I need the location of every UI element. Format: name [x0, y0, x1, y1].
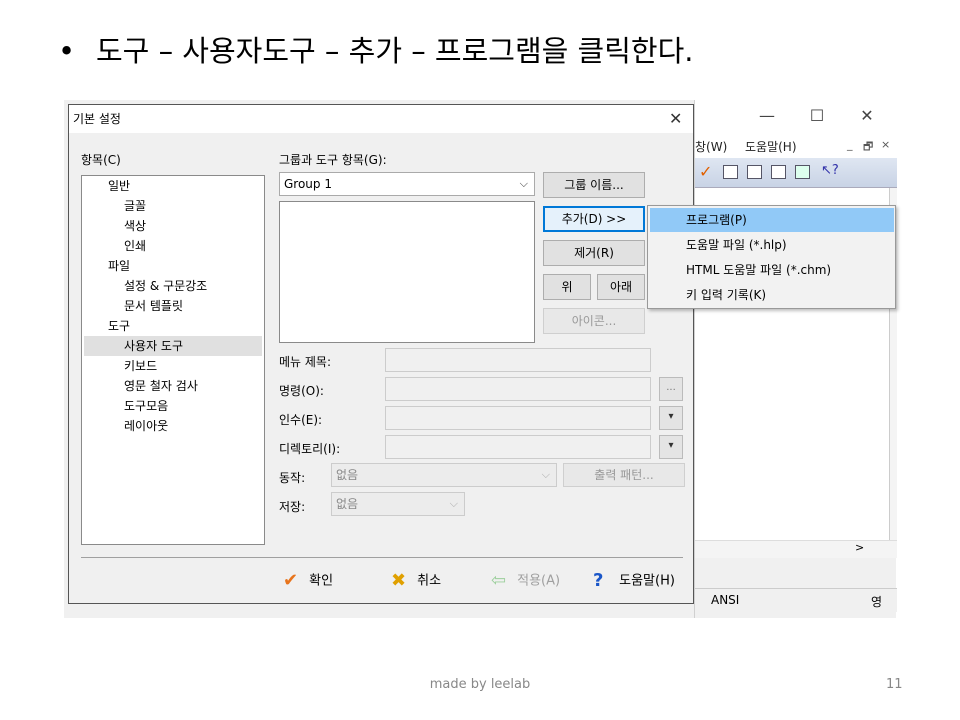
save-select-value: 없음: [336, 497, 359, 511]
scroll-right-icon[interactable]: >: [855, 541, 864, 554]
tree-item-color[interactable]: 색상: [124, 216, 254, 236]
command-label: 명령(O):: [279, 384, 324, 398]
up-button[interactable]: 위: [543, 274, 591, 300]
down-button[interactable]: 아래: [597, 274, 645, 300]
argument-dropdown-icon[interactable]: ▾: [659, 406, 683, 430]
action-select-value: 없음: [336, 468, 359, 482]
group-select-value: Group 1: [284, 177, 332, 191]
tree-item-user-tools[interactable]: 사용자 도구: [84, 336, 262, 356]
cancel-button[interactable]: ✖ 취소: [391, 567, 441, 595]
action-select[interactable]: 없음 ⌵: [331, 463, 557, 487]
rename-group-button[interactable]: 그룹 이름...: [543, 172, 645, 198]
chevron-down-icon: ⌵: [541, 468, 550, 481]
action-label: 동작:: [279, 471, 306, 485]
browse-button[interactable]: ...: [659, 377, 683, 401]
maximize-icon[interactable]: ☐: [807, 106, 827, 125]
directory-field[interactable]: [385, 435, 651, 459]
arrow-left-icon: ⇦: [491, 570, 507, 591]
encoding-status: ANSI: [711, 593, 740, 607]
minimize-icon[interactable]: —: [757, 106, 777, 125]
divider: [81, 557, 683, 558]
directory-dropdown-icon[interactable]: ▾: [659, 435, 683, 459]
mdi-restore-icon[interactable]: 🗗: [863, 138, 873, 157]
pencil-icon[interactable]: ✓: [699, 162, 714, 181]
dialog-title: 기본 설정: [73, 112, 121, 126]
tree-item-syntax[interactable]: 설정 & 구문강조: [124, 276, 254, 296]
tree-item-tools[interactable]: 도구: [108, 316, 258, 336]
close-icon[interactable]: ✕: [857, 106, 877, 125]
tree-item-template[interactable]: 문서 템플릿: [124, 296, 254, 316]
ok-button[interactable]: ✔ 확인: [283, 567, 333, 595]
x-icon: ✖: [391, 570, 407, 591]
status-bar: ANSI 영: [695, 588, 897, 612]
mdi-close-icon[interactable]: ×: [881, 138, 890, 151]
tree-item-print[interactable]: 인쇄: [124, 236, 254, 256]
menu-item-keyrecord[interactable]: 키 입력 기록(K): [650, 283, 894, 307]
tree-item-general[interactable]: 일반: [108, 176, 258, 196]
bg-titlebar: — ☐ ✕: [695, 100, 897, 134]
save-label: 저장:: [279, 500, 306, 514]
menu-item-hlp[interactable]: 도움말 파일 (*.hlp): [650, 233, 894, 257]
tree-item-spellcheck[interactable]: 영문 철자 검사: [124, 376, 254, 396]
close-icon[interactable]: ✕: [669, 109, 682, 128]
menu-window[interactable]: 창(W): [695, 138, 727, 155]
bg-menubar: 창(W) 도움말(H) _ 🗗 ×: [695, 134, 897, 158]
ok-label: 확인: [309, 573, 334, 589]
dialog-titlebar: 기본 설정 ✕: [69, 105, 693, 133]
checkmark-icon: ✔: [283, 570, 299, 591]
tree-item-file[interactable]: 파일: [108, 256, 258, 276]
question-icon: ?: [593, 570, 604, 591]
output-pattern-button[interactable]: 출력 패턴...: [563, 463, 685, 487]
directory-label: 디렉토리(I):: [279, 442, 341, 456]
save-select[interactable]: 없음 ⌵: [331, 492, 465, 516]
argument-label: 인수(E):: [279, 413, 323, 427]
help-label: 도움말(H): [619, 573, 675, 589]
page-number: 11: [886, 677, 903, 692]
bullet: •: [58, 34, 76, 68]
doc2-icon[interactable]: [747, 165, 762, 179]
footer-credit: made by leelab: [429, 677, 531, 692]
horizontal-scrollbar[interactable]: >: [695, 540, 897, 558]
cancel-label: 취소: [417, 573, 442, 589]
add-button[interactable]: 추가(D) >>: [543, 206, 645, 232]
slide-title: • 도구 – 사용자도구 – 추가 – 프로그램을 클릭한다.: [58, 28, 694, 70]
remove-button[interactable]: 제거(R): [543, 240, 645, 266]
menu-item-program[interactable]: 프로그램(P): [650, 208, 894, 232]
group-select[interactable]: Group 1 ⌵: [279, 172, 535, 196]
tree-item-keyboard[interactable]: 키보드: [124, 356, 254, 376]
group-label: 그룹과 도구 항목(G):: [279, 153, 387, 167]
help-pointer-icon[interactable]: ↖?: [821, 163, 839, 178]
apply-button[interactable]: ⇦ 적용(A): [491, 567, 560, 595]
image-icon[interactable]: [795, 165, 810, 179]
doc3-icon[interactable]: [771, 165, 786, 179]
help-button[interactable]: ? 도움말(H): [593, 567, 675, 595]
icon-button[interactable]: 아이콘...: [543, 308, 645, 334]
chevron-down-icon: ⌵: [519, 177, 528, 190]
argument-field[interactable]: [385, 406, 651, 430]
category-tree[interactable]: 일반 글꼴 색상 인쇄 파일 설정 & 구문강조 문서 템플릿 도구 사용자 도…: [81, 175, 265, 545]
tree-item-toolbar[interactable]: 도구모음: [124, 396, 254, 416]
slide-title-text: 도구 – 사용자도구 – 추가 – 프로그램을 클릭한다.: [96, 34, 694, 68]
mdi-minimize-icon[interactable]: _: [847, 138, 853, 151]
categories-label: 항목(C): [81, 153, 121, 167]
bg-toolbar: ✓ ↖?: [695, 158, 897, 188]
command-field[interactable]: [385, 377, 651, 401]
language-status: 영: [871, 595, 883, 609]
background-window: — ☐ ✕ 창(W) 도움말(H) _ 🗗 × ✓ ↖? > ANSI 영: [694, 100, 897, 618]
screenshot: — ☐ ✕ 창(W) 도움말(H) _ 🗗 × ✓ ↖? > ANSI 영 기본…: [64, 100, 897, 618]
tree-item-layout[interactable]: 레이아웃: [124, 416, 254, 436]
add-dropdown-menu: 프로그램(P) 도움말 파일 (*.hlp) HTML 도움말 파일 (*.ch…: [647, 205, 896, 309]
preferences-dialog: 기본 설정 ✕ 항목(C) 일반 글꼴 색상 인쇄 파일 설정 & 구문강조 문…: [68, 104, 694, 604]
tool-listbox[interactable]: [279, 201, 535, 343]
apply-label: 적용(A): [517, 573, 561, 589]
menu-item-chm[interactable]: HTML 도움말 파일 (*.chm): [650, 258, 894, 282]
menu-title-label: 메뉴 제목:: [279, 355, 332, 369]
chevron-down-icon: ⌵: [449, 497, 458, 510]
tree-item-font[interactable]: 글꼴: [124, 196, 254, 216]
menu-help[interactable]: 도움말(H): [745, 138, 797, 155]
menu-title-field[interactable]: [385, 348, 651, 372]
doc-icon[interactable]: [723, 165, 738, 179]
